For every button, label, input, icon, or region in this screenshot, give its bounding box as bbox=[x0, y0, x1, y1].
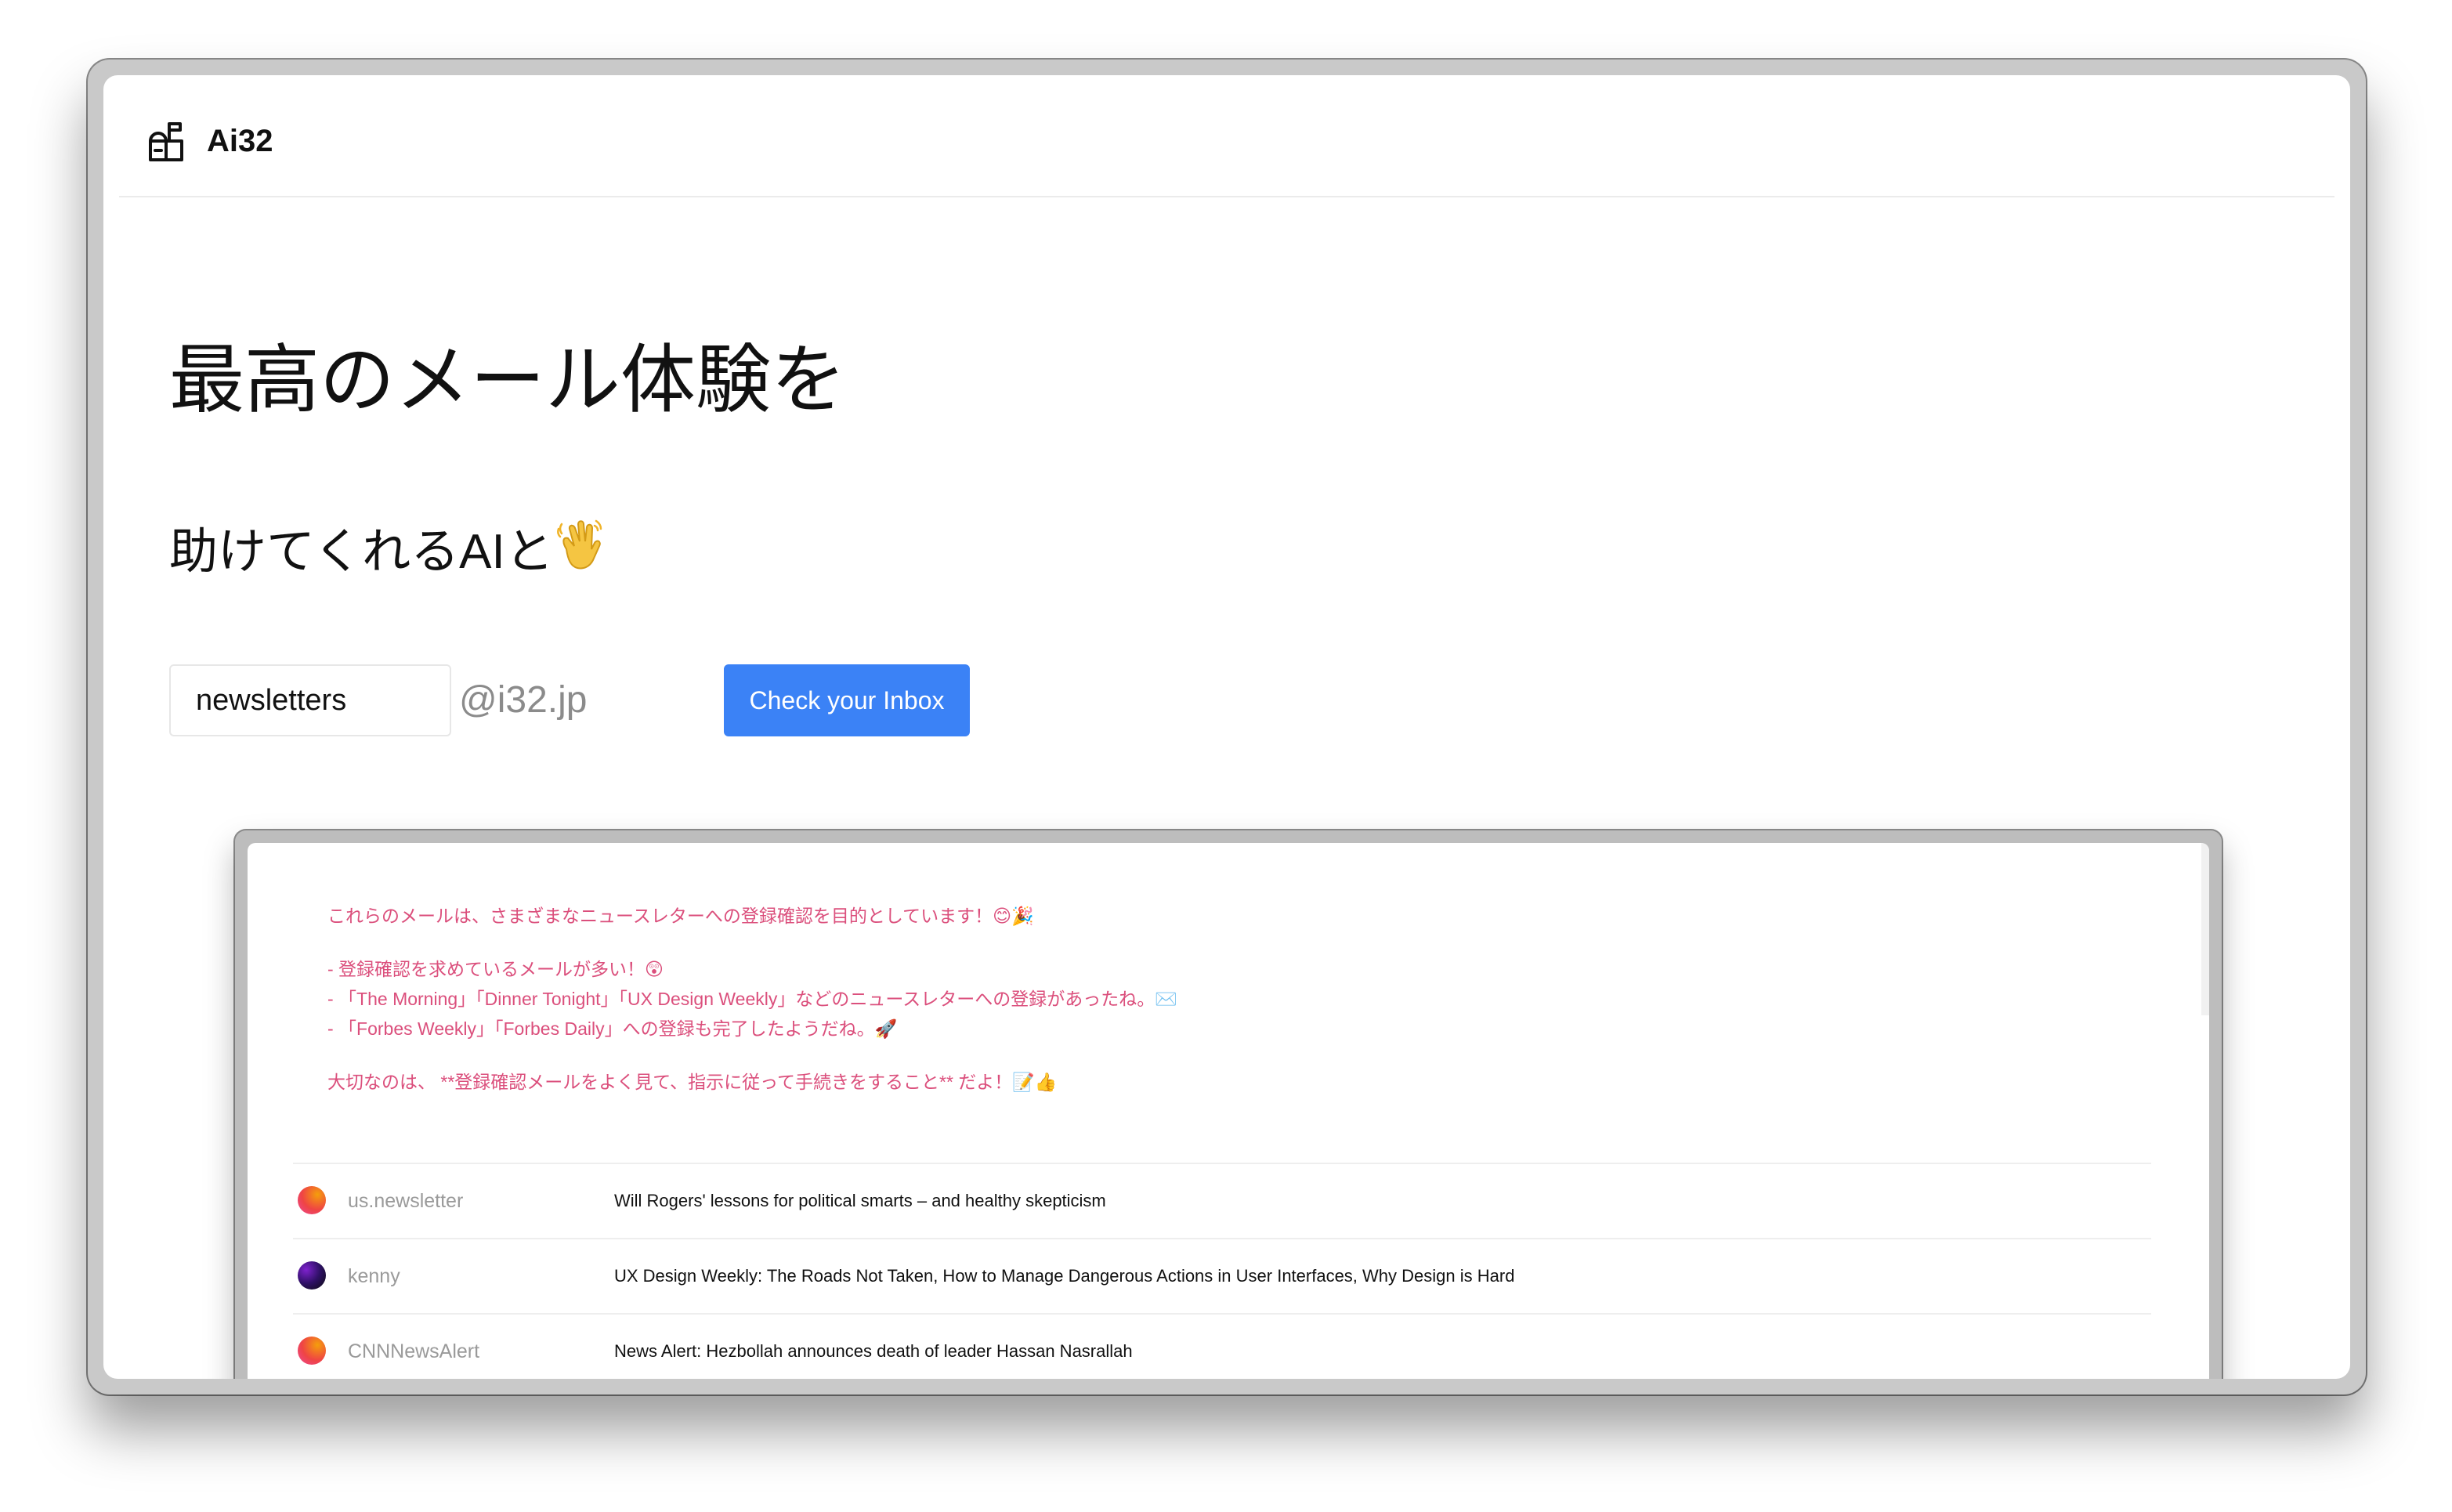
email-sender: us.newsletter bbox=[348, 1190, 464, 1212]
inbox-preview-screenshot: これらのメールは、さまざまなニュースレターへの登録確認を目的としています！😊🎉 … bbox=[235, 830, 2222, 1379]
summary-closing: 大切なのは、 **登録確認メールをよく見て、指示に従って手続きをすること** だ… bbox=[327, 1072, 1058, 1092]
avatar bbox=[298, 1337, 326, 1365]
summary-bullet: - 登録確認を求めているメールが多い！😲 bbox=[327, 959, 664, 979]
email-subject: Will Rogers' lessons for political smart… bbox=[614, 1191, 1106, 1210]
email-subject: UX Design Weekly: The Roads Not Taken, H… bbox=[614, 1266, 1515, 1286]
summary-bullet: - 「Forbes Weekly」「Forbes Daily」への登録も完了した… bbox=[327, 1018, 898, 1039]
avatar bbox=[298, 1261, 326, 1290]
username-input[interactable] bbox=[169, 664, 451, 736]
preview-scrollbar[interactable] bbox=[2201, 843, 2209, 1015]
browser-window: Ai32 最高のメール体験を 助けてくれるAIと @i32.jp Check y… bbox=[88, 60, 2366, 1394]
mailbox-icon[interactable] bbox=[147, 119, 191, 163]
hero-title: 最高のメール体験を bbox=[169, 338, 846, 422]
inbox-preview-content: これらのメールは、さまざまなニュースレターへの登録確認を目的としています！😊🎉 … bbox=[248, 843, 2209, 1379]
email-sender: kenny bbox=[348, 1265, 400, 1287]
email-list: us.newsletter Will Rogers' lessons for p… bbox=[293, 1163, 2151, 1379]
page-viewport: Ai32 最高のメール体験を 助けてくれるAIと @i32.jp Check y… bbox=[103, 75, 2350, 1379]
email-row[interactable]: us.newsletter Will Rogers' lessons for p… bbox=[293, 1163, 2151, 1238]
email-row[interactable]: CNNNewsAlert News Alert: Hezbollah annou… bbox=[293, 1313, 2151, 1379]
summary-bullet: - 「The Morning」「Dinner Tonight」「UX Desig… bbox=[327, 989, 1177, 1009]
waving-hand-icon bbox=[555, 518, 604, 592]
ai-summary: これらのメールは、さまざまなニュースレターへの登録確認を目的としています！😊🎉 … bbox=[327, 901, 1177, 1097]
email-row[interactable]: kenny UX Design Weekly: The Roads Not Ta… bbox=[293, 1238, 2151, 1313]
email-sender: CNNNewsAlert bbox=[348, 1340, 480, 1362]
app-name[interactable]: Ai32 bbox=[207, 119, 273, 163]
email-subject: News Alert: Hezbollah announces death of… bbox=[614, 1341, 1133, 1361]
domain-suffix: @i32.jp bbox=[459, 679, 588, 721]
summary-intro: これらのメールは、さまざまなニュースレターへの登録確認を目的としています！😊🎉 bbox=[327, 906, 1034, 926]
check-inbox-button[interactable]: Check your Inbox bbox=[724, 664, 970, 736]
avatar bbox=[298, 1186, 326, 1214]
hero-subtitle: 助けてくれるAIと bbox=[169, 517, 604, 592]
hero-subtitle-text: 助けてくれるAIと bbox=[169, 525, 554, 579]
top-nav: Ai32 bbox=[119, 75, 2334, 197]
